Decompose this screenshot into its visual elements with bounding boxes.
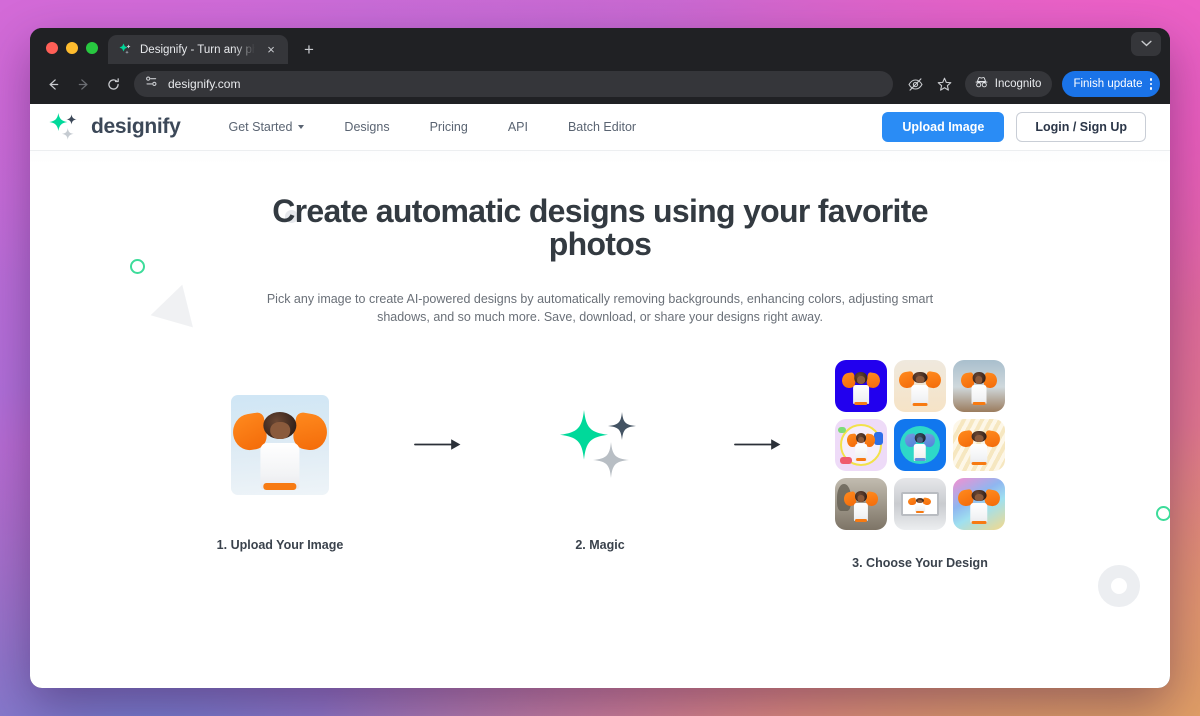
how-it-works-steps: 1. Upload Your Image 2. Magic 3. Choose … [30,360,1170,571]
minimize-window-button[interactable] [66,42,78,54]
back-button[interactable] [40,71,66,97]
design-striped[interactable] [953,419,1005,472]
arrow-step2-to-step3 [705,370,815,520]
browser-tab[interactable]: Designify - Turn any photo int × [108,35,288,64]
design-sticker-collage[interactable] [835,419,887,472]
tab-search-button[interactable] [1131,32,1161,56]
designify-sparkles-logo [48,112,80,142]
design-thumbnail-subject [956,482,1002,526]
design-thumbnail-subject [904,427,936,462]
chevron-down-icon [298,125,305,129]
step-magic: 2. Magic [495,370,705,552]
sparkles-icon [556,406,644,484]
nav-item-get-started-label: Get Started [228,120,293,134]
design-beach[interactable] [953,360,1005,413]
design-thumbnail-subject [846,427,876,462]
close-tab-button[interactable]: × [263,42,279,58]
design-cream[interactable] [894,360,946,413]
grey-donut-right [1098,565,1140,607]
site-nav-links: Get Started Designs Pricing API Batch Ed… [208,120,656,134]
star-icon[interactable] [932,72,957,97]
design-electric-blue[interactable] [835,360,887,413]
design-thumbnail-subject [959,365,999,407]
step-3-visual [835,352,1005,538]
uploaded-photo-thumbnail[interactable] [231,395,329,496]
incognito-hat-icon [974,76,989,92]
browser-tab-strip: Designify - Turn any photo int × + [30,28,1170,64]
nav-item-batch-editor[interactable]: Batch Editor [548,120,656,134]
design-results-grid [835,360,1005,531]
design-thumbnail-subject [840,365,882,407]
nav-item-get-started[interactable]: Get Started [208,120,324,134]
window-controls [40,42,108,64]
photo-subject [231,395,329,495]
browser-window: Designify - Turn any photo int × + [30,28,1170,688]
design-rainbow-gradient[interactable] [953,478,1005,531]
eye-slash-icon[interactable] [903,72,928,97]
design-thumbnail-subject [907,494,933,513]
design-thumbnail-subject [842,484,880,524]
arrow-step1-to-step2 [385,370,495,520]
address-bar[interactable]: designify.com [134,71,893,97]
finish-update-button[interactable]: Finish update [1062,71,1160,97]
step-2-label: 2. Magic [575,538,625,553]
chevron-down-icon [1140,40,1152,49]
design-palm-sepia[interactable] [835,478,887,531]
site-nav-actions: Upload Image Login / Sign Up [882,112,1146,142]
step-choose-your-design: 3. Choose Your Design [815,360,1025,571]
brand-name: designify [91,115,181,138]
design-frame-mockup[interactable] [894,478,946,531]
design-blue-circle[interactable] [894,419,946,472]
web-page-content: designify Get Started Designs Pricing AP… [30,104,1170,688]
design-thumbnail-subject [956,423,1002,467]
hero-section: Create automatic designs using your favo… [30,151,1170,570]
maximize-window-button[interactable] [86,42,98,54]
browser-tab-title: Designify - Turn any photo int [140,43,255,56]
upload-image-button[interactable]: Upload Image [882,112,1005,142]
arrow-right-icon [734,434,786,456]
url-text: designify.com [168,77,241,91]
browser-toolbar: designify.com Incognito Finish update [30,64,1170,104]
arrow-right-icon [414,434,466,456]
nav-item-pricing[interactable]: Pricing [410,120,488,134]
hero-subtitle: Pick any image to create AI-powered desi… [266,291,934,324]
incognito-indicator[interactable]: Incognito [964,71,1053,97]
step-1-label: 1. Upload Your Image [216,538,344,553]
incognito-label: Incognito [994,78,1042,90]
reload-button[interactable] [100,71,126,97]
step-1-visual [231,370,329,520]
forward-button[interactable] [70,71,96,97]
site-settings-icon[interactable] [144,74,159,94]
new-tab-button[interactable]: + [296,36,322,62]
login-signup-button[interactable]: Login / Sign Up [1016,112,1146,142]
designify-sparkle-icon [119,43,132,56]
close-window-button[interactable] [46,42,58,54]
design-thumbnail-subject [897,364,943,408]
nav-item-api[interactable]: API [488,120,548,134]
nav-item-designs[interactable]: Designs [324,120,409,134]
brand-logo[interactable]: designify [48,112,181,142]
kebab-menu-icon[interactable] [1149,78,1152,90]
step-3-label: 3. Choose Your Design [852,556,988,571]
site-navbar: designify Get Started Designs Pricing AP… [30,104,1170,151]
page-title: Create automatic designs using your favo… [272,193,928,263]
finish-update-label: Finish update [1073,78,1143,90]
step-2-visual [556,370,644,520]
step-upload-your-image: 1. Upload Your Image [175,370,385,552]
